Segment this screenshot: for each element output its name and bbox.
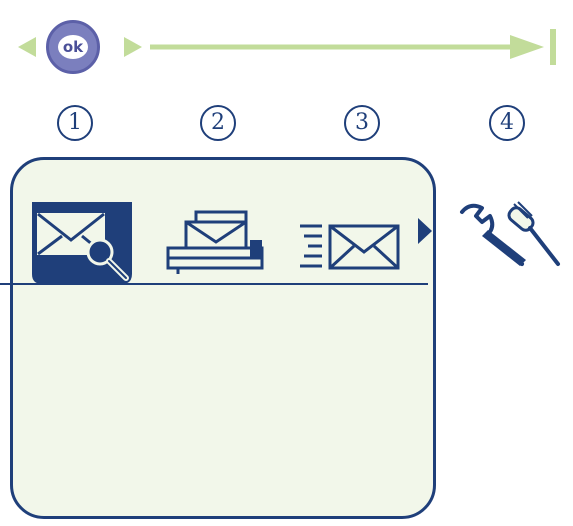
navigation-strip: ok xyxy=(0,0,573,100)
step-number-3: 3 xyxy=(344,105,380,141)
nav-track-arrowhead-icon xyxy=(510,35,544,59)
nav-right-small-arrow-icon[interactable] xyxy=(124,37,142,57)
send-message-icon[interactable] xyxy=(162,208,270,278)
nav-track-end-bar xyxy=(550,29,556,65)
incoming-message-icon[interactable] xyxy=(296,214,404,278)
ok-button[interactable]: ok xyxy=(46,20,100,74)
wrench-screwdriver-icon[interactable] xyxy=(452,198,564,272)
step-number-2: 2 xyxy=(200,105,236,141)
nav-left-arrow-icon[interactable] xyxy=(18,37,36,57)
step-number-4: 4 xyxy=(489,105,525,141)
read-message-icon[interactable] xyxy=(28,200,136,286)
ok-button-label: ok xyxy=(58,35,88,59)
right-arrow-icon[interactable] xyxy=(418,218,432,244)
step-number-1: 1 xyxy=(57,105,93,141)
